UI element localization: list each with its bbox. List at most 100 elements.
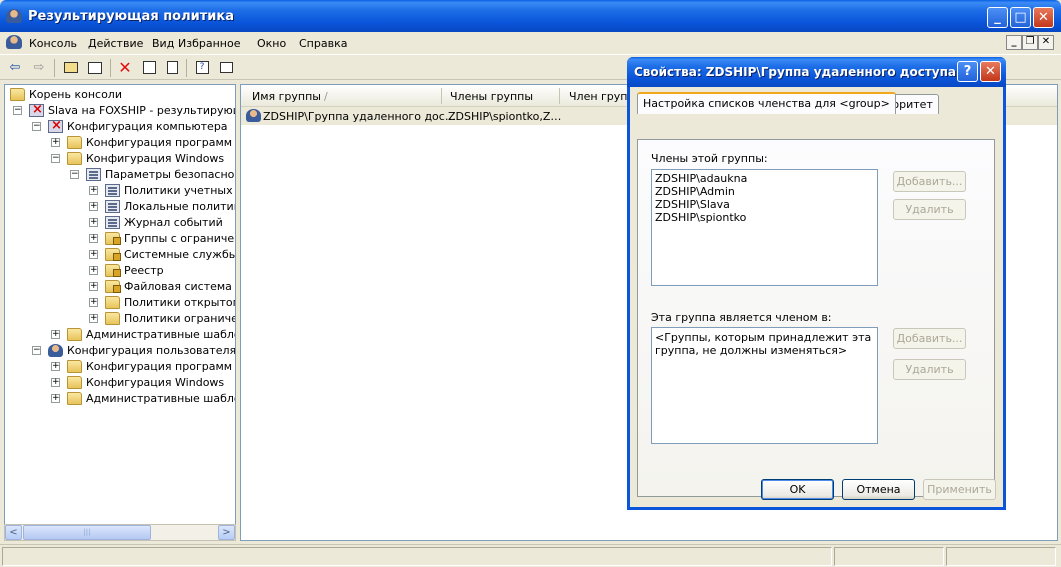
collapse-icon[interactable]: − [70, 170, 79, 179]
remove-member-button[interactable]: Удалить [893, 199, 966, 220]
expand-icon[interactable]: + [51, 138, 60, 147]
dialog-title: Свойства: ZDSHIP\Группа удаленного досту… [634, 65, 956, 79]
expand-icon[interactable]: + [89, 234, 98, 243]
cancel-button[interactable]: Отмена [842, 479, 915, 500]
title-bar[interactable]: Результирующая политика _ □ ✕ [0, 0, 1061, 32]
locked-folder-icon [105, 232, 121, 245]
status-bar [0, 544, 1061, 567]
show-tree-icon[interactable] [86, 59, 104, 77]
expand-icon[interactable]: + [51, 362, 60, 371]
scroll-right-button[interactable]: > [218, 525, 235, 540]
column-header-members[interactable]: Члены группы [450, 90, 533, 103]
toolbar-separator [110, 59, 111, 77]
locked-folder-icon [105, 280, 121, 293]
back-arrow-icon[interactable]: ⇦ [6, 59, 24, 77]
properties-icon[interactable] [140, 59, 158, 77]
add-member-button[interactable]: Добавить... [893, 171, 966, 192]
collapse-icon[interactable]: − [13, 106, 22, 115]
expand-icon[interactable]: + [89, 186, 98, 195]
menu-view[interactable]: Вид [152, 37, 174, 50]
help-button[interactable]: ? [957, 61, 978, 82]
column-separator[interactable] [559, 88, 560, 104]
expand-icon[interactable]: + [51, 330, 60, 339]
folder-icon [10, 88, 25, 101]
folder-icon [67, 360, 82, 373]
collapse-icon[interactable]: − [51, 154, 60, 163]
scroll-thumb[interactable]: ||| [23, 525, 151, 540]
console-tree[interactable]: Корень консоли − Slava на FOXSHIP - резу… [4, 84, 236, 541]
expand-icon[interactable]: + [89, 282, 98, 291]
forward-arrow-icon[interactable]: ⇨ [30, 59, 48, 77]
policy-icon [105, 200, 120, 213]
tab-membership[interactable]: Настройка списков членства для <group> [637, 92, 896, 114]
list-item: <Группы, которым принадлежит эта [655, 331, 872, 344]
expand-icon[interactable]: + [89, 314, 98, 323]
dialog-close-button[interactable]: ✕ [980, 61, 1001, 82]
menu-bar: Консоль Действие Вид Избранное Окно Спра… [0, 32, 1061, 54]
member-of-listbox[interactable]: <Группы, которым принадлежит эта группа,… [651, 327, 878, 444]
delete-icon[interactable]: ✕ [116, 59, 134, 77]
folder-icon [67, 392, 82, 405]
apply-button[interactable]: Применить [923, 479, 996, 500]
policy-icon [105, 216, 120, 229]
list-item[interactable]: ZDSHIP\spiontko [655, 211, 746, 224]
add-membership-button[interactable]: Добавить... [893, 328, 966, 349]
folder-icon [105, 312, 120, 325]
menu-action[interactable]: Действие [88, 37, 143, 50]
menu-console[interactable]: Консоль [29, 37, 77, 50]
scroll-left-button[interactable]: < [5, 525, 22, 540]
list-item[interactable]: ZDSHIP\adaukna [655, 172, 747, 185]
column-header-member-of[interactable]: Член групп [569, 90, 635, 103]
help-icon[interactable]: ? [193, 59, 211, 77]
menu-favorites[interactable]: Избранное [178, 37, 240, 50]
expand-icon[interactable]: + [89, 202, 98, 211]
close-button[interactable]: ✕ [1033, 7, 1054, 28]
sort-indicator-icon: / [324, 90, 328, 103]
list-item: группа, не должны изменяться> [655, 344, 848, 357]
remove-membership-button[interactable]: Удалить [893, 359, 966, 380]
expand-icon[interactable]: + [89, 266, 98, 275]
up-folder-icon[interactable] [62, 59, 80, 77]
computer-policy-icon [29, 102, 44, 118]
expand-icon[interactable]: + [51, 394, 60, 403]
dialog-body: Настройка списков членства для <group> П… [630, 87, 1003, 507]
export-icon[interactable] [163, 59, 181, 77]
security-settings-icon [86, 168, 101, 181]
minimize-button[interactable]: _ [987, 7, 1008, 28]
folder-icon [67, 152, 82, 165]
locked-folder-icon [105, 248, 121, 261]
window-title: Результирующая политика [28, 9, 234, 24]
tree-horizontal-scrollbar[interactable]: < ||| > [4, 524, 236, 541]
expand-icon[interactable]: + [89, 298, 98, 307]
locked-folder-icon [105, 264, 121, 277]
folder-icon [67, 328, 82, 341]
member-of-label: Эта группа является членом в: [651, 311, 832, 324]
menu-window[interactable]: Окно [257, 37, 286, 50]
mdi-restore-button[interactable]: ❐ [1022, 35, 1038, 50]
folder-icon [67, 136, 82, 149]
collapse-icon[interactable]: − [32, 122, 41, 131]
collapse-icon[interactable]: − [32, 346, 41, 355]
mdi-close-button[interactable]: ✕ [1038, 35, 1054, 50]
user-config-icon [48, 344, 63, 357]
maximize-button[interactable]: □ [1010, 7, 1031, 28]
ok-button[interactable]: OK [761, 479, 834, 500]
list-item[interactable]: ZDSHIP\Admin [655, 185, 735, 198]
menu-help[interactable]: Справка [299, 37, 347, 50]
status-segment [2, 547, 832, 566]
list-item[interactable]: ZDSHIP\Slava [655, 198, 730, 211]
column-header-group-name[interactable]: Имя группы [252, 90, 321, 103]
members-listbox[interactable]: ZDSHIP\adaukna ZDSHIP\Admin ZDSHIP\Slava… [651, 169, 878, 286]
dialog-title-bar[interactable]: Свойства: ZDSHIP\Группа удаленного досту… [627, 57, 1006, 87]
console-window-icon[interactable] [6, 35, 22, 49]
console-view-icon[interactable] [217, 59, 235, 77]
expand-icon[interactable]: + [89, 218, 98, 227]
expand-icon[interactable]: + [89, 250, 98, 259]
column-separator[interactable] [441, 88, 442, 104]
status-segment [834, 547, 944, 566]
mdi-minimize-button[interactable]: _ [1006, 35, 1022, 50]
toolbar-separator [54, 59, 55, 77]
cell-members: ZDSHIP\spiontko,Z… [448, 110, 562, 123]
main-window: Результирующая политика _ □ ✕ Консоль Де… [0, 0, 1061, 567]
expand-icon[interactable]: + [51, 378, 60, 387]
